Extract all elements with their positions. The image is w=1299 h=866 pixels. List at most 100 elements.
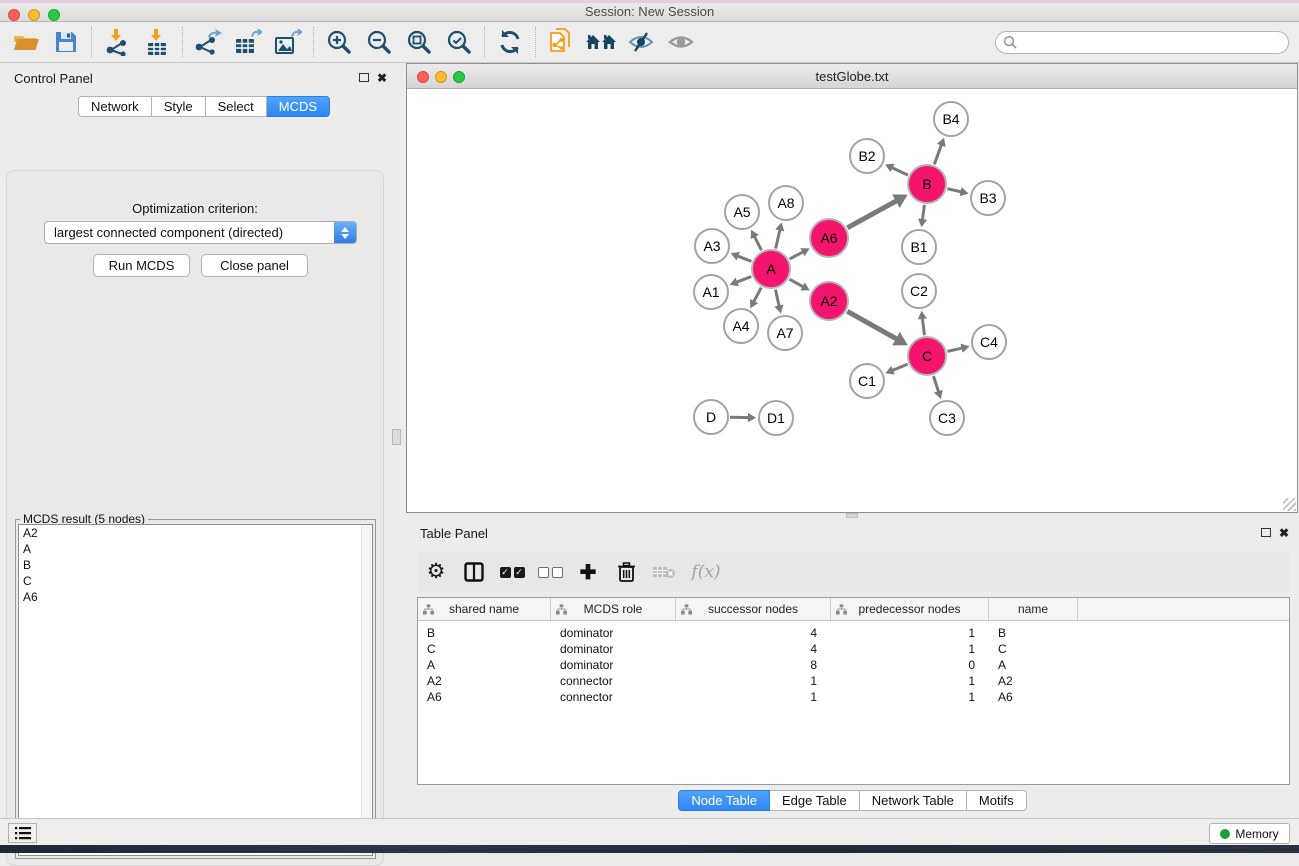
search-input[interactable]	[1018, 36, 1288, 50]
import-table-button[interactable]	[137, 25, 177, 59]
open-session-button[interactable]	[6, 25, 46, 59]
close-panel-icon[interactable]: ✖	[377, 73, 387, 83]
column-header-predecessor-nodes[interactable]: predecessor nodes	[831, 598, 989, 620]
result-item[interactable]: A6	[19, 589, 372, 605]
node-A[interactable]: A	[751, 249, 791, 289]
table-cell[interactable]: 1	[831, 642, 989, 656]
graph-edge-C-C1[interactable]	[891, 364, 908, 371]
table-cell[interactable]: C	[989, 642, 1078, 656]
result-item[interactable]: B	[19, 557, 372, 573]
graph-edge-A-A4[interactable]	[753, 288, 761, 304]
table-cell[interactable]: dominator	[551, 642, 676, 656]
search-field[interactable]	[995, 31, 1289, 54]
tab-network-table[interactable]: Network Table	[860, 790, 967, 811]
graph-edge-B-B4[interactable]	[934, 143, 942, 164]
node-A8[interactable]: A8	[768, 185, 804, 221]
zoom-out-button[interactable]	[359, 25, 399, 59]
node-B3[interactable]: B3	[970, 180, 1006, 216]
table-options-gear-button[interactable]: ⚙	[417, 555, 455, 589]
tab-select[interactable]: Select	[206, 96, 267, 117]
graph-edge-A6-B[interactable]	[847, 199, 899, 228]
node-C3[interactable]: C3	[929, 400, 965, 436]
window-resize-grip[interactable]	[1283, 498, 1296, 511]
graph-edge-A-A2[interactable]	[789, 279, 804, 287]
table-cell[interactable]: 8	[676, 658, 831, 672]
close-panel-button[interactable]: Close panel	[201, 254, 308, 277]
table-row[interactable]: A2connector11A2	[418, 673, 1289, 689]
network-window-titlebar[interactable]: testGlobe.txt	[407, 64, 1297, 89]
table-cell[interactable]: C	[418, 642, 551, 656]
save-session-button[interactable]	[46, 25, 86, 59]
graph-edge-A-A6[interactable]	[790, 251, 805, 259]
graph-edge-B-B2[interactable]	[890, 167, 908, 175]
zoom-fit-button[interactable]	[399, 25, 439, 59]
split-divider-handle[interactable]	[392, 429, 401, 445]
show-graphics-details-button[interactable]	[661, 25, 701, 59]
result-item[interactable]: A2	[19, 525, 372, 541]
optimization-criterion-dropdown[interactable]: largest connected component (directed)	[44, 221, 357, 244]
memory-button[interactable]: Memory	[1209, 823, 1290, 844]
table-cell[interactable]: dominator	[551, 626, 676, 640]
result-item[interactable]: C	[19, 573, 372, 589]
graph-edge-A-A3[interactable]	[736, 255, 752, 261]
table-cell[interactable]: B	[989, 626, 1078, 640]
network-canvas[interactable]: B4B2BB3A8A5A6A3B1AA1C2A2A4A7C4CC1C3DD1	[407, 89, 1297, 512]
table-row[interactable]: Adominator80A	[418, 657, 1289, 673]
apply-layout-button[interactable]	[490, 25, 530, 59]
table-cell[interactable]: dominator	[551, 658, 676, 672]
node-A7[interactable]: A7	[767, 315, 803, 351]
column-header-shared-name[interactable]: shared name	[418, 598, 551, 620]
result-scrollbar[interactable]	[361, 525, 372, 855]
table-cell[interactable]: A2	[418, 674, 551, 688]
table-cell[interactable]: A	[418, 658, 551, 672]
function-builder-button[interactable]: f(x)	[683, 555, 729, 589]
graph-edge-A-A7[interactable]	[775, 290, 779, 308]
result-item[interactable]: A	[19, 541, 372, 557]
zoom-selected-button[interactable]	[439, 25, 479, 59]
graph-edge-C-C2[interactable]	[922, 316, 924, 335]
table-cell[interactable]: A	[989, 658, 1078, 672]
node-A4[interactable]: A4	[723, 308, 759, 344]
node-B2[interactable]: B2	[849, 138, 885, 174]
graph-edge-A2-C[interactable]	[847, 311, 899, 340]
table-cell[interactable]: 1	[676, 690, 831, 704]
graph-edge-A-A5[interactable]	[754, 235, 762, 250]
table-row[interactable]: Bdominator41B	[418, 625, 1289, 641]
column-header-MCDS-role[interactable]: MCDS role	[551, 598, 676, 620]
node-A5[interactable]: A5	[724, 194, 760, 230]
table-row[interactable]: A6connector11A6	[418, 689, 1289, 705]
table-cell[interactable]: A6	[989, 690, 1078, 704]
node-C[interactable]: C	[907, 336, 947, 376]
node-B4[interactable]: B4	[933, 101, 969, 137]
table-cell[interactable]: 1	[831, 626, 989, 640]
first-neighbors-button[interactable]	[581, 25, 621, 59]
node-A1[interactable]: A1	[693, 274, 729, 310]
export-image-button[interactable]	[268, 25, 308, 59]
node-C2[interactable]: C2	[901, 273, 937, 309]
graph-edge-B-B1[interactable]	[922, 205, 924, 222]
table-cell[interactable]: 4	[676, 626, 831, 640]
node-A6[interactable]: A6	[809, 218, 849, 258]
deselect-all-rows-button[interactable]	[531, 555, 569, 589]
node-B1[interactable]: B1	[901, 229, 937, 265]
tab-style[interactable]: Style	[152, 96, 206, 117]
table-cell[interactable]: 1	[831, 690, 989, 704]
task-history-button[interactable]	[8, 823, 37, 843]
node-B[interactable]: B	[907, 164, 947, 204]
import-network-button[interactable]	[97, 25, 137, 59]
table-cell[interactable]: 1	[676, 674, 831, 688]
show-column-button[interactable]	[455, 555, 493, 589]
tab-motifs[interactable]: Motifs	[967, 790, 1027, 811]
hide-graphics-details-button[interactable]	[621, 25, 661, 59]
table-row[interactable]: Cdominator41C	[418, 641, 1289, 657]
graph-edge-A-A1[interactable]	[735, 277, 751, 283]
table-cell[interactable]: connector	[551, 690, 676, 704]
new-network-from-selection-button[interactable]	[541, 25, 581, 59]
table-cell[interactable]: connector	[551, 674, 676, 688]
select-all-rows-button[interactable]: ✓✓	[493, 555, 531, 589]
table-cell[interactable]: 1	[831, 674, 989, 688]
node-C1[interactable]: C1	[849, 363, 885, 399]
column-header-name[interactable]: name	[989, 598, 1078, 620]
node-A2[interactable]: A2	[809, 281, 849, 321]
tab-mcds[interactable]: MCDS	[267, 96, 330, 117]
